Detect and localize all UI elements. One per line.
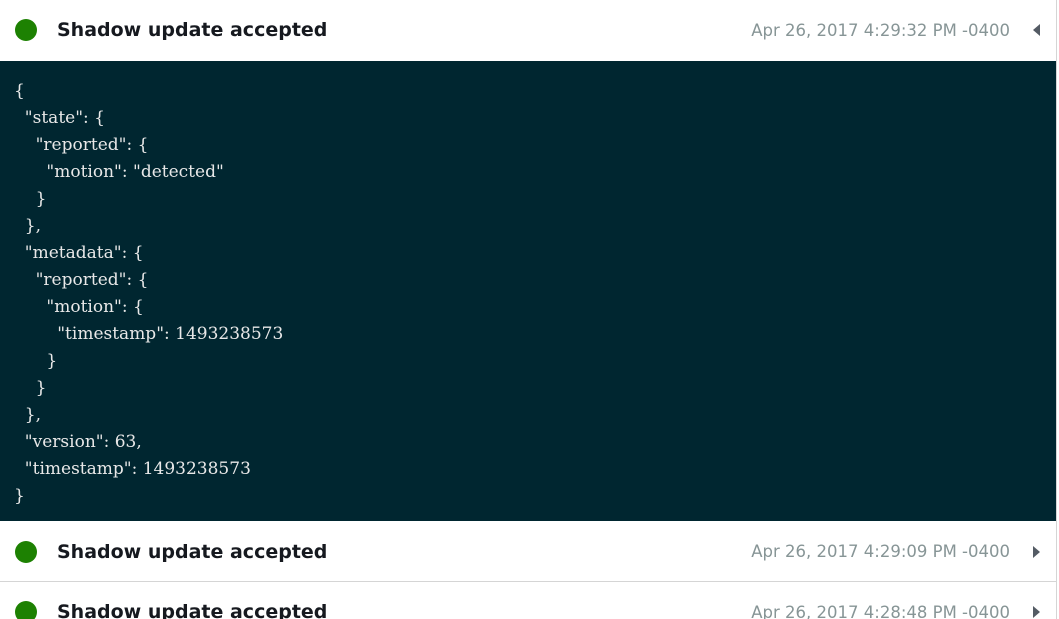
payload-code: { "state": { "reported": { "motion": "de… bbox=[14, 81, 284, 506]
caret-right-icon[interactable] bbox=[1033, 545, 1040, 558]
event-title: Shadow update accepted bbox=[57, 540, 328, 563]
status-success-icon bbox=[15, 540, 37, 563]
event-timestamp: Apr 26, 2017 4:28:48 PM -0400 bbox=[751, 602, 1010, 619]
status-success-icon bbox=[15, 601, 37, 619]
event-row-header[interactable]: Shadow update accepted Apr 26, 2017 4:29… bbox=[0, 522, 1056, 582]
shadow-activity-list: Shadow update accepted Apr 26, 2017 4:29… bbox=[0, 0, 1057, 619]
event-row-header[interactable]: Shadow update accepted Apr 26, 2017 4:28… bbox=[0, 582, 1056, 619]
caret-left-icon[interactable] bbox=[1033, 24, 1040, 36]
status-success-icon bbox=[15, 19, 37, 41]
event-row-header[interactable]: Shadow update accepted Apr 26, 2017 4:29… bbox=[0, 0, 1056, 60]
event-title: Shadow update accepted bbox=[57, 19, 328, 41]
caret-right-icon[interactable] bbox=[1033, 606, 1040, 618]
event-payload-json: { "state": { "reported": { "motion": "de… bbox=[0, 61, 1056, 521]
event-timestamp: Apr 26, 2017 4:29:09 PM -0400 bbox=[751, 542, 1010, 561]
event-timestamp: Apr 26, 2017 4:29:32 PM -0400 bbox=[751, 20, 1010, 40]
event-title: Shadow update accepted bbox=[57, 601, 328, 619]
